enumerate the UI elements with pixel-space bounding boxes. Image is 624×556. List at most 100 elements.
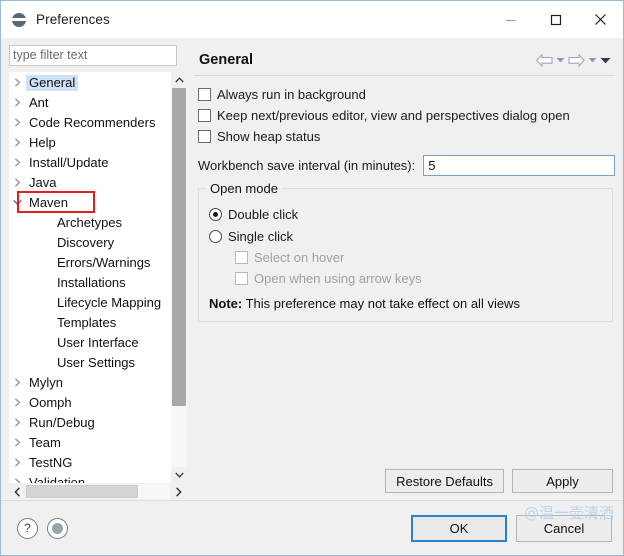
chevron-right-icon[interactable] [9,418,26,427]
chevron-right-icon[interactable] [9,98,26,107]
radio-icon[interactable] [209,207,222,221]
tree-item-label: Maven [29,194,69,210]
chevron-right-icon[interactable] [9,178,26,187]
tree-horizontal-scrollbar[interactable] [9,483,187,500]
tree-item-run-debug[interactable]: Run/Debug [9,413,170,433]
forward-arrow-icon[interactable] [568,53,585,67]
open-mode-group: Open mode Double click Single click Selec… [198,181,613,322]
chevron-right-icon[interactable] [9,118,26,127]
tree-item-label: Discovery [57,234,115,250]
chevron-right-icon[interactable] [9,378,26,387]
tree-item-code-recommenders[interactable]: Code Recommenders [9,113,170,133]
scroll-right-icon[interactable] [170,483,187,500]
checkbox-icon [235,251,248,264]
tree-item-ant[interactable]: Ant [9,93,170,113]
tree-item-maven[interactable]: Maven [9,193,170,213]
chevron-right-icon[interactable] [9,78,26,87]
tree-item-label: User Interface [57,334,139,350]
minimize-icon[interactable] [488,1,533,38]
checkbox-row-keep-next-previous-editor-vi[interactable]: Keep next/previous editor, view and pers… [198,105,615,126]
apply-button[interactable]: Apply [512,469,613,493]
tree-item-user-settings[interactable]: User Settings [9,353,170,373]
checkbox-row-show-heap-status[interactable]: Show heap status [198,126,615,147]
view-menu-chevron-down-icon[interactable] [600,57,611,64]
restore-defaults-button[interactable]: Restore Defaults [385,469,504,493]
tree-item-label: Mylyn [29,374,63,390]
tree-vertical-scroll-thumb[interactable] [172,87,186,407]
maximize-icon[interactable] [533,1,578,38]
checkbox-label: Always run in background [217,87,366,102]
tree-item-installations[interactable]: Installations [9,273,170,293]
tree-item-help[interactable]: Help [9,133,170,153]
tree-item-label: Installations [57,274,126,290]
scroll-left-icon[interactable] [9,483,26,500]
open-mode-sub-checkbox-list: Select on hover Open when using arrow key… [209,247,602,289]
tree-vertical-scroll-track[interactable] [171,87,187,467]
chevron-right-icon[interactable] [9,138,26,147]
disc-dot [52,522,63,534]
tree-item-testng[interactable]: TestNG [9,453,170,473]
checkbox-icon[interactable] [198,130,211,143]
open-mode-note-prefix: Note: [209,296,243,311]
save-interval-row: Workbench save interval (in minutes): [198,153,615,177]
radio-row-single-click[interactable]: Single click [209,225,602,247]
close-icon[interactable] [578,1,623,38]
save-interval-input[interactable] [423,154,615,176]
ok-button[interactable]: OK [411,514,507,542]
tree-item-user-interface[interactable]: User Interface [9,333,170,353]
window-title: Preferences [36,12,110,27]
tree-item-archetypes[interactable]: Archetypes [9,213,170,233]
forward-menu-chevron-down-icon[interactable] [588,57,597,63]
tree-item-java[interactable]: Java [9,173,170,193]
tree-horizontal-scroll-track[interactable] [26,484,170,499]
tree-item-validation[interactable]: Validation [9,473,170,483]
tree-item-errors-warnings[interactable]: Errors/Warnings [9,253,170,273]
tree-item-label: Code Recommenders [29,114,156,130]
chevron-right-icon[interactable] [9,478,26,483]
checkbox-icon[interactable] [198,88,211,101]
tree-item-label: Team [29,434,61,450]
tree-list: General Ant Code Recommenders Help Install/U… [9,72,170,483]
preferences-disc-icon-footer[interactable] [47,517,68,539]
help-question-icon[interactable]: ? [17,517,38,539]
open-mode-note: Note: This preference may not take effec… [209,296,602,311]
scroll-down-icon[interactable] [171,467,187,483]
radio-icon[interactable] [209,229,222,243]
checkbox-icon[interactable] [198,109,211,122]
tree-item-general[interactable]: General [9,73,170,93]
tree-item-mylyn[interactable]: Mylyn [9,373,170,393]
cancel-button[interactable]: Cancel [516,514,612,542]
back-menu-chevron-down-icon[interactable] [556,57,565,63]
window-controls [488,1,623,38]
tree-item-team[interactable]: Team [9,433,170,453]
tree-item-discovery[interactable]: Discovery [9,233,170,253]
tree-scroll-area: General Ant Code Recommenders Help Install/U… [9,72,170,483]
tree-item-label: Validation [29,474,86,483]
chevron-right-icon[interactable] [9,158,26,167]
footer-icons: ? [17,517,68,539]
chevron-right-icon[interactable] [9,438,26,447]
tree-item-templates[interactable]: Templates [9,313,170,333]
tree-item-label: Archetypes [57,214,123,230]
back-arrow-icon[interactable] [536,53,553,67]
tree-item-label: Templates [57,314,117,330]
radio-row-double-click[interactable]: Double click [209,203,602,225]
tree-item-install-update[interactable]: Install/Update [9,153,170,173]
tree-item-label: Oomph [29,394,72,410]
page-title: General [199,52,253,68]
scroll-up-icon[interactable] [171,71,187,88]
checkbox-row-always-run-in-background[interactable]: Always run in background [198,84,615,105]
tree-item-oomph[interactable]: Oomph [9,393,170,413]
tree-horizontal-scroll-thumb[interactable] [26,485,139,498]
radio-label: Double click [228,206,299,222]
radio-label: Single click [228,228,294,244]
tree-item-label: Errors/Warnings [57,254,151,270]
tree-vertical-scrollbar[interactable] [170,71,187,483]
preferences-dialog: Preferences General Ant Code Recommenders H… [0,0,624,556]
filter-input[interactable] [9,45,177,66]
checkbox-label: Show heap status [217,129,321,144]
chevron-right-icon[interactable] [9,458,26,467]
tree-item-lifecycle-mapping[interactable]: Lifecycle Mapping [9,293,170,313]
chevron-right-icon[interactable] [9,398,26,407]
chevron-down-icon[interactable] [9,199,26,206]
